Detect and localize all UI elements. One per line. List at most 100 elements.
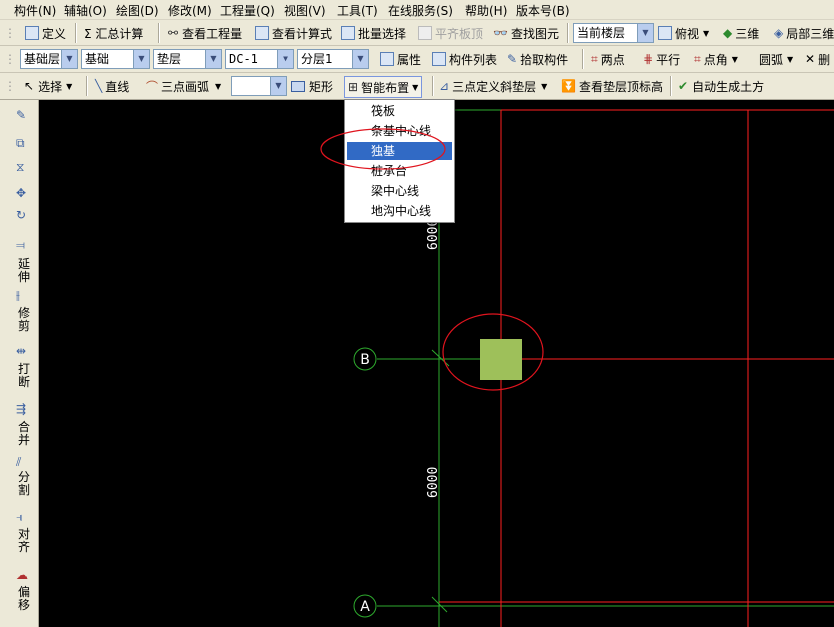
view-quantity-button[interactable]: ⚯ 查看工程量 [168,24,242,42]
select-button[interactable]: ↖ 选择 ▼ [24,77,72,95]
pick-component-button[interactable]: ✎ 拾取构件 [507,50,568,68]
rotate-icon[interactable]: ↻ [16,208,26,222]
local-3d-button[interactable]: ◈ 局部三维 [774,24,834,42]
left-edit-toolbar: ✎ ⧉ ⧖ ✥ ↻ ⫤ 延伸 ⫲ 修剪 ⇹ 打断 ⇶ 合并 ⫽ 分割 ⫣ 对齐 … [0,100,39,627]
dimension-text-upper: 6000 [426,219,441,250]
extend-icon: ⫤ [16,238,26,252]
component-select[interactable]: DC-1 ▼ [225,49,294,69]
three-point-slope-button[interactable]: ⊿ 三点定义斜垫层 ▼ [439,77,547,95]
chevron-down-icon: ▼ [637,24,653,42]
eyedropper-icon: ✎ [507,52,518,66]
link-icon: ⚯ [168,26,179,40]
batch-select-icon [341,26,355,40]
mirror-icon[interactable]: ⧖ [16,160,24,175]
arc-button[interactable]: 圆弧 ▼ [759,50,793,68]
align-button[interactable]: 对齐 [17,528,31,554]
arc-icon: ⌒ [146,79,159,94]
arc-param-select[interactable]: ▼ [231,76,287,96]
line-icon: ╲ [95,79,103,93]
floor-select[interactable]: 基础层 ▼ [20,49,78,69]
dropdown-item-raft[interactable]: 筏板 [347,102,452,120]
formula-icon [255,26,269,40]
merge-button[interactable]: 合并 [17,421,31,447]
chevron-down-icon: ▼ [61,50,77,68]
rectangle-icon [291,80,305,92]
menu-version[interactable]: 版本号(B) [516,2,570,19]
menu-draw[interactable]: 绘图(D) [116,2,159,19]
dropdown-item-beam-centerline[interactable]: 梁中心线 [347,182,452,200]
find-element-button[interactable]: 👓 查找图元 [493,24,559,42]
flush-slab-top-button[interactable]: 平齐板顶 [418,24,483,42]
delete-x-icon: ✕ [805,52,816,66]
split-button[interactable]: 分割 [17,471,31,497]
copy-icon[interactable]: ⧉ [16,136,25,151]
break-button[interactable]: 打断 [17,363,31,389]
offset-icon: ☁ [16,568,28,582]
chevron-down-icon: ▼ [270,77,286,95]
highlight-ellipse-menu [320,128,446,170]
line-button[interactable]: ╲ 直线 [95,77,129,95]
auto-earthwork-button[interactable]: ✔ 自动生成土方 [678,77,764,95]
chevron-down-icon: ▼ [66,81,73,91]
category-select[interactable]: 基础 ▼ [81,49,150,69]
break-icon: ⇹ [16,344,27,358]
summary-calc-button[interactable]: Σ 汇总计算 [84,24,143,42]
menu-bar: 构件(N) 辅轴(O) 绘图(D) 修改(M) 工程量(Q) 视图(V) 工具(… [0,0,834,20]
flush-slab-icon [418,26,432,40]
separator [432,76,434,96]
three-d-button[interactable]: ◆ 三维 [723,24,759,42]
pencil-icon[interactable]: ✎ [16,108,26,122]
menu-help[interactable]: 帮助(H) [465,2,507,19]
separator [86,76,88,96]
menu-tools[interactable]: 工具(T) [337,2,378,19]
split-icon: ⫽ [16,455,22,469]
offset-button[interactable]: 偏移 [17,586,31,612]
menu-modify[interactable]: 修改(M) [168,2,212,19]
align-icon: ⫣ [16,510,24,524]
smart-place-button[interactable]: ⊞ 智能布置 ▼ [344,76,423,98]
two-points-button[interactable]: ⌗ 两点 [591,50,625,68]
delete-button[interactable]: ✕ 删 [805,50,830,68]
move-icon[interactable]: ✥ [16,186,26,200]
component-list-button[interactable]: 构件列表 [432,50,497,68]
axis-label-a: A [360,599,370,615]
point-angle-icon: ⌗ [694,51,701,66]
menu-view[interactable]: 视图(V) [284,2,326,19]
checkmark-icon: ✔ [678,79,689,93]
main-toolbar: ⋮ 定义 Σ 汇总计算 ⚯ 查看工程量 查看计算式 批量选择 平齐板顶 👓 查找图元… [0,20,834,46]
chevron-down-icon: ▼ [787,54,794,64]
parallel-button[interactable]: ⋕ 平行 [643,50,680,68]
define-icon [25,26,39,40]
axis-tick [431,349,450,367]
separator [158,23,160,43]
define-button[interactable]: 定义 [25,24,66,42]
extend-button[interactable]: 延伸 [17,258,31,284]
view-formula-button[interactable]: 查看计算式 [255,24,332,42]
point-angle-button[interactable]: ⌗ 点角 ▼ [694,50,738,68]
menu-quantity[interactable]: 工程量(Q) [220,2,275,19]
three-point-arc-button[interactable]: ⌒ 三点画弧 ▼ [146,77,221,95]
menu-aux-axis[interactable]: 辅轴(O) [64,2,107,19]
trim-button[interactable]: 修剪 [17,307,31,333]
view-top-elevation-button[interactable]: ⏬ 查看垫层顶标高 [561,77,663,95]
properties-button[interactable]: 属性 [380,50,421,68]
chevron-down-icon: ▼ [133,50,149,68]
menu-component[interactable]: 构件(N) [14,2,56,19]
floor-scope-select[interactable]: 当前楼层 ▼ [573,23,654,43]
highlight-ellipse-menu-shape [320,128,446,170]
separator [567,23,569,43]
top-view-button[interactable]: 俯视 ▼ [658,24,709,42]
chevron-down-icon: ▼ [215,81,222,91]
dropdown-item-trench-centerline[interactable]: 地沟中心线 [347,202,452,220]
layer-select[interactable]: 分层1 ▼ [297,49,369,69]
binoculars-icon: 👓 [493,26,508,40]
toolbar-grip: ⋮ [4,26,16,40]
menu-online-service[interactable]: 在线服务(S) [388,2,453,19]
isolated-footing[interactable] [480,339,522,380]
properties-icon [380,52,394,66]
type-select[interactable]: 垫层 ▼ [153,49,222,69]
rectangle-button[interactable]: 矩形 [291,77,333,95]
3d-icon: ◆ [723,26,733,40]
batch-select-button[interactable]: 批量选择 [341,24,406,42]
chevron-down-icon: ▼ [205,50,221,68]
